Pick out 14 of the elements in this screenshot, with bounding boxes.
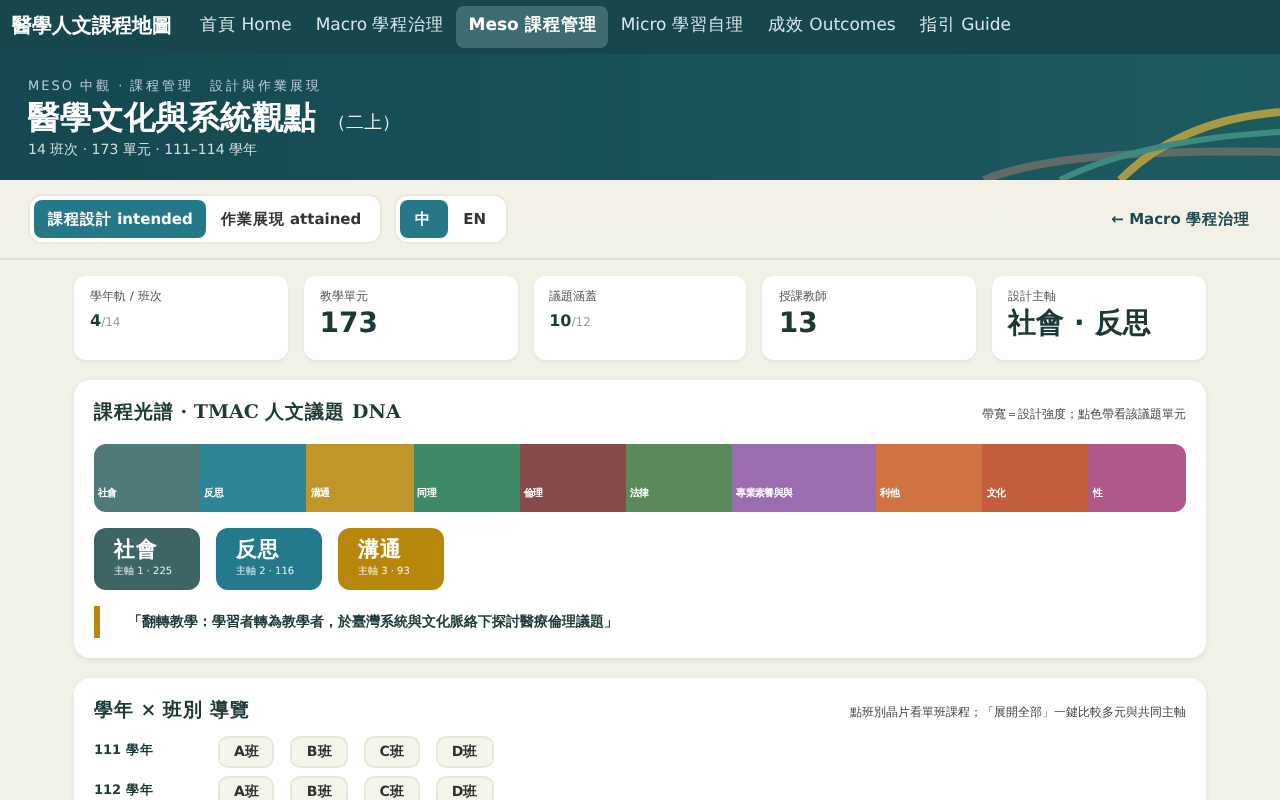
stat-value: 173	[319, 306, 381, 345]
stat-value: 13	[778, 306, 820, 345]
page-title: 醫學文化與系統觀點	[28, 97, 316, 136]
nav-tab[interactable]: Macro 學程治理	[303, 6, 457, 48]
panel-title: 課程光譜 · TMAC 人文議題 DNA	[94, 400, 401, 429]
nav-tab[interactable]: Meso 課程管理	[456, 6, 609, 48]
site-title: 醫學人文課程地圖	[12, 13, 172, 42]
panel-title: 學年 × 班別 導覽	[94, 698, 250, 727]
nav-tab[interactable]: 首頁 Home	[188, 6, 304, 48]
stat-value: 社會 · 反思	[1008, 306, 1153, 345]
nav-tab[interactable]: 指引 Guide	[907, 6, 1024, 48]
nav-tab[interactable]: 成效 Outcomes	[755, 6, 908, 48]
nav-tab[interactable]: Micro 學習自理	[608, 6, 756, 48]
page-subtitle: （二上）	[328, 113, 400, 134]
